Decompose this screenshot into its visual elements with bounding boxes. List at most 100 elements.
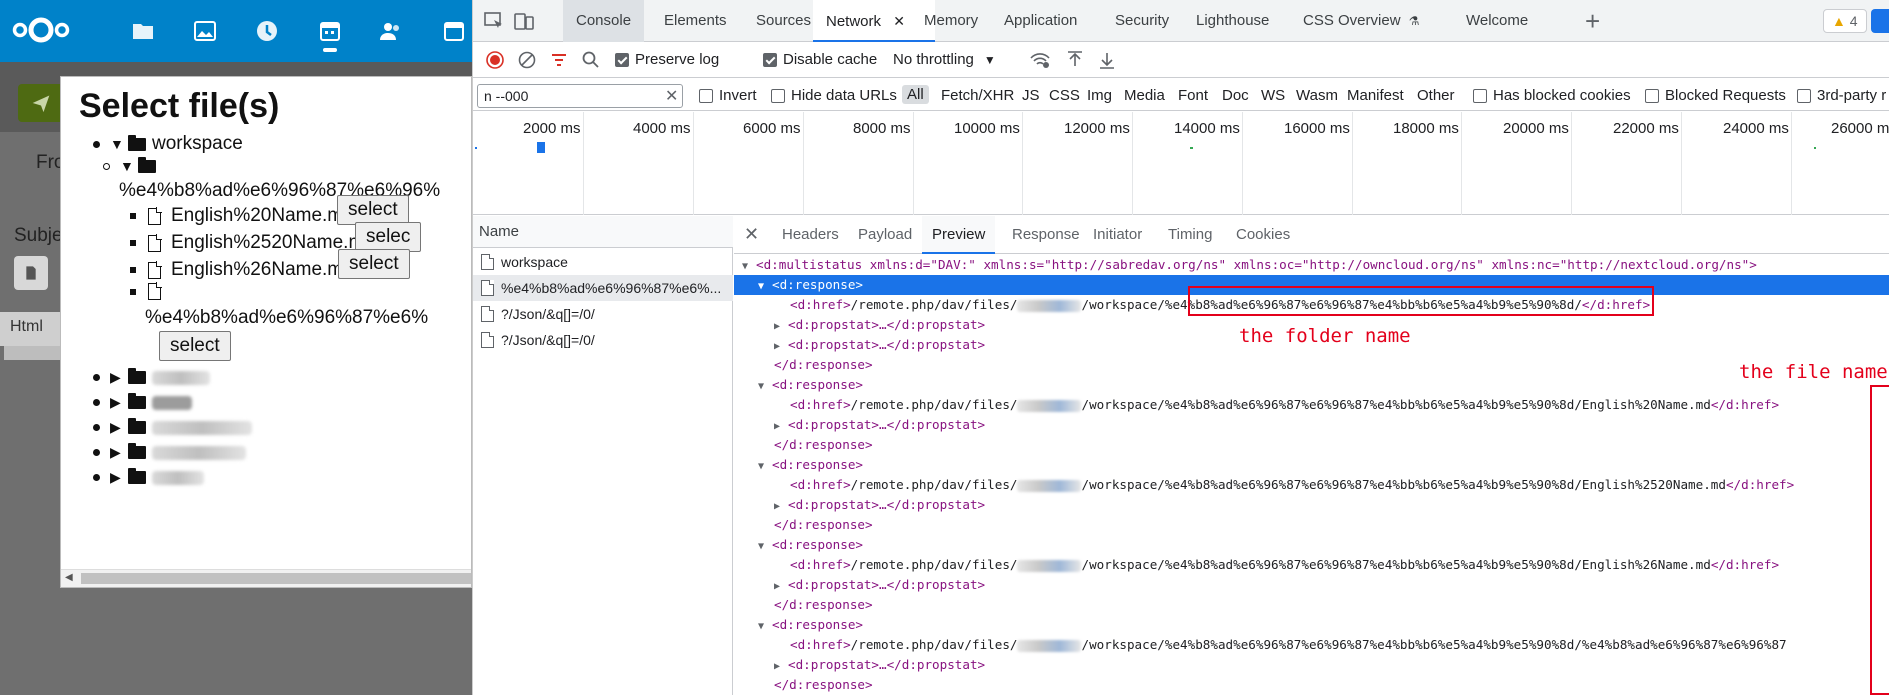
tab-timing[interactable]: Timing — [1158, 216, 1222, 254]
select-file-button[interactable]: select — [159, 331, 231, 361]
calendar-app-icon[interactable] — [316, 17, 344, 45]
activity-app-icon[interactable] — [253, 17, 281, 45]
close-tab-icon[interactable]: ✕ — [893, 13, 905, 29]
xml-response-node[interactable]: ▼ <d:response> — [734, 375, 1889, 395]
xml-response-node[interactable]: ▼ <d:response> — [734, 455, 1889, 475]
filter-type-font[interactable]: Font — [1178, 87, 1208, 104]
expanded-triangle-icon[interactable]: ▼ — [110, 136, 124, 152]
filter-input[interactable] — [477, 84, 683, 108]
request-row-selected[interactable]: %e4%b8%ad%e6%96%87%e6%... — [473, 275, 733, 301]
request-row[interactable]: ?/Json/&q[]=/0/ — [473, 301, 733, 327]
issues-counter[interactable]: ▲ 4 — [1823, 9, 1867, 33]
filter-type-css[interactable]: CSS — [1049, 87, 1080, 104]
record-stop-icon[interactable] — [485, 50, 505, 70]
collapsed-arrow-icon[interactable]: ▶ — [774, 657, 788, 677]
filter-icon[interactable] — [549, 50, 569, 70]
xml-href-node[interactable]: <d:href>/remote.php/dav/files/ /workspace… — [734, 475, 1889, 495]
html-tab[interactable]: Html — [0, 312, 60, 346]
collapsed-triangle-icon[interactable]: ▶ — [110, 469, 124, 486]
filter-type-media[interactable]: Media — [1124, 87, 1165, 104]
xml-propstat-node[interactable]: ▶ <d:propstat>…</d:propstat> — [734, 495, 1889, 515]
expanded-arrow-icon[interactable]: ▼ — [758, 617, 772, 637]
filter-type-all[interactable]: All — [902, 85, 929, 104]
xml-propstat-node[interactable]: ▶ <d:propstat>…</d:propstat> — [734, 655, 1889, 675]
tab-sources[interactable]: Sources — [743, 0, 824, 42]
name-column-header[interactable]: Name — [473, 216, 733, 248]
filter-type-other[interactable]: Other — [1417, 87, 1455, 104]
tree-folder-sub[interactable]: ▼ — [103, 156, 162, 174]
expanded-arrow-icon[interactable]: ▼ — [758, 277, 772, 297]
close-detail-icon[interactable]: ✕ — [744, 224, 759, 245]
xml-multistatus-node[interactable]: ▼ <d:multistatus xmlns:d="DAV:" xmlns:s="… — [734, 255, 1889, 275]
expanded-triangle-icon[interactable]: ▼ — [120, 158, 134, 174]
tab-memory[interactable]: Memory — [911, 0, 991, 42]
tab-initiator[interactable]: Initiator — [1083, 216, 1152, 254]
nextcloud-logo-icon[interactable] — [12, 14, 70, 46]
throttling-select[interactable]: No throttling ▼ — [893, 51, 996, 68]
tab-cookies[interactable]: Cookies — [1226, 216, 1300, 254]
search-icon[interactable] — [581, 50, 601, 70]
tab-lighthouse[interactable]: Lighthouse — [1183, 0, 1282, 42]
collapsed-triangle-icon[interactable]: ▶ — [110, 369, 124, 386]
collapsed-arrow-icon[interactable]: ▶ — [774, 497, 788, 517]
clear-icon[interactable] — [517, 50, 537, 70]
xml-href-node[interactable]: <d:href>/remote.php/dav/files/ /workspace… — [734, 635, 1889, 655]
tree-folder-collapsed[interactable]: ▶ — [93, 393, 192, 411]
messages-icon[interactable] — [1871, 9, 1889, 33]
collapsed-arrow-icon[interactable]: ▶ — [774, 417, 788, 437]
clear-filter-icon[interactable]: ✕ — [665, 86, 678, 106]
import-har-icon[interactable] — [1065, 50, 1085, 70]
scrollbar-thumb[interactable] — [81, 573, 471, 584]
expanded-arrow-icon[interactable]: ▼ — [758, 377, 772, 397]
checkbox-unchecked[interactable] — [1645, 88, 1659, 103]
filter-type-wasm[interactable]: Wasm — [1296, 87, 1338, 104]
request-row[interactable]: ?/Json/&q[]=/0/ — [473, 327, 733, 353]
tab-response[interactable]: Response — [1002, 216, 1090, 254]
editor-scrollbar[interactable] — [4, 346, 60, 360]
expanded-arrow-icon[interactable]: ▼ — [758, 537, 772, 557]
device-toolbar-icon[interactable] — [513, 10, 535, 32]
collapsed-triangle-icon[interactable]: ▶ — [110, 394, 124, 411]
inspect-element-icon[interactable] — [483, 10, 505, 32]
checkbox-checked[interactable] — [763, 52, 777, 67]
has-blocked-cookies-checkbox[interactable]: Has blocked cookies — [1473, 87, 1631, 104]
filter-type-js[interactable]: JS — [1022, 87, 1040, 104]
xml-propstat-node[interactable]: ▶ <d:propstat>…</d:propstat> — [734, 415, 1889, 435]
network-conditions-icon[interactable] — [1029, 50, 1051, 70]
tab-headers[interactable]: Headers — [772, 216, 849, 254]
tree-folder-collapsed[interactable]: ▶ — [93, 368, 210, 386]
contacts-app-icon[interactable] — [377, 17, 405, 45]
tab-welcome[interactable]: Welcome — [1453, 0, 1541, 42]
checkbox-checked[interactable] — [615, 52, 629, 67]
tree-folder-workspace[interactable]: ▼ workspace — [93, 133, 243, 155]
tab-application[interactable]: Application — [991, 0, 1090, 42]
scroll-left-icon[interactable]: ◀ — [65, 572, 73, 583]
select-file-button[interactable]: selec — [355, 222, 422, 252]
select-file-button[interactable]: select — [338, 249, 410, 279]
editor-toggle-button[interactable] — [14, 256, 48, 290]
files-app-icon[interactable] — [129, 17, 157, 45]
tree-folder-collapsed[interactable]: ▶ — [93, 443, 246, 461]
xml-href-node[interactable]: <d:href>/remote.php/dav/files/ /workspace… — [734, 555, 1889, 575]
third-party-checkbox[interactable]: 3rd-party r — [1797, 87, 1886, 104]
preserve-log-checkbox[interactable]: Preserve log — [615, 51, 719, 68]
photos-app-icon[interactable] — [191, 17, 219, 45]
tree-folder-collapsed[interactable]: ▶ — [93, 468, 204, 486]
filter-type-img[interactable]: Img — [1087, 87, 1112, 104]
blocked-requests-checkbox[interactable]: Blocked Requests — [1645, 87, 1786, 104]
xml-href-node[interactable]: <d:href>/remote.php/dav/files/ /workspace… — [734, 395, 1889, 415]
filter-type-doc[interactable]: Doc — [1222, 87, 1249, 104]
tab-console[interactable]: Console — [563, 0, 645, 42]
xml-response-node[interactable]: ▼ <d:response> — [734, 615, 1889, 635]
expanded-arrow-icon[interactable]: ▼ — [758, 457, 772, 477]
tab-elements[interactable]: Elements — [651, 0, 740, 42]
collapsed-arrow-icon[interactable]: ▶ — [774, 577, 788, 597]
calendar-app-icon[interactable] — [440, 17, 468, 45]
network-overview-timeline[interactable]: 2000 ms 4000 ms 6000 ms 8000 ms 10000 ms… — [473, 112, 1889, 215]
tab-payload[interactable]: Payload — [848, 216, 922, 254]
disable-cache-checkbox[interactable]: Disable cache — [763, 51, 877, 68]
export-har-icon[interactable] — [1097, 50, 1117, 70]
checkbox-unchecked[interactable] — [699, 88, 713, 103]
dialog-horizontal-scrollbar[interactable]: ◀ — [61, 569, 471, 587]
request-row[interactable]: workspace — [473, 249, 733, 275]
